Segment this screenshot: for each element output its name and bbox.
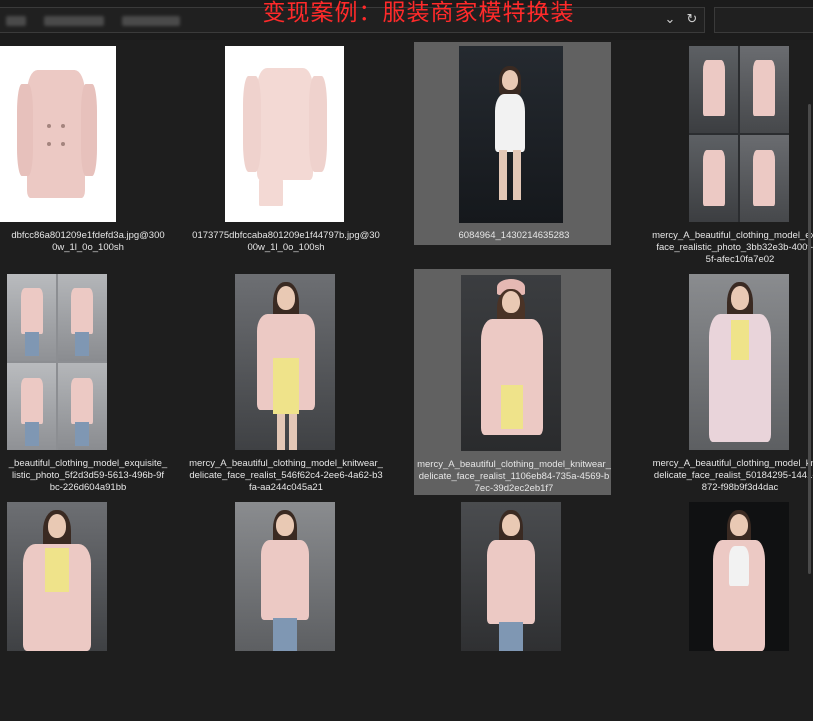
thumbnail-image [461,502,561,651]
thumbnail-image [689,274,789,450]
file-item[interactable] [414,496,614,721]
thumbnail-image [461,275,561,451]
file-item[interactable]: 6084964_1430214635283 [414,42,611,245]
file-name: mercy_A_beautiful_clothing_model_knitwea… [189,458,383,493]
file-item[interactable]: mercy_A_beautiful_clothing_model_exqui f… [640,40,813,265]
file-name: 0173775dbfccaba801209e1f44797b.jpg@30 00… [192,230,380,253]
file-item[interactable] [0,496,188,721]
explorer-toolbar: ⌄ ↻ [0,0,813,40]
thumbnail-image [459,46,563,223]
thumbnail-grid: dbfcc86a801209e1fdefd3a.jpg@300 0w_1l_0o… [0,40,813,651]
thumbnail-image [7,502,107,651]
file-item[interactable]: mercy_A_beautiful_clothing_model_knitwea… [414,269,611,495]
file-name: mercy_A_beautiful_clothing_model_exqui f… [652,230,813,265]
file-item[interactable] [186,496,386,721]
file-name: mercy_A_beautiful_clothing_model_knitwea… [417,459,611,494]
search-input[interactable] [714,7,813,33]
refresh-icon[interactable]: ↻ [681,10,703,30]
file-item[interactable] [640,496,813,721]
blurred-path-segment [122,16,180,26]
thumbnail-image [225,46,344,222]
file-name: 6084964_1430214635283 [458,230,570,241]
file-name: dbfcc86a801209e1fdefd3a.jpg@300 0w_1l_0o… [11,230,165,253]
file-item[interactable]: _beautiful_clothing_model_exquisite_ lis… [0,268,188,493]
address-dropdown-icon[interactable]: ⌄ [659,10,681,30]
file-name: mercy_A_beautiful_clothing_model_knitw d… [652,458,813,493]
thumbnail-image [235,274,335,450]
blurred-path-segment [6,16,26,26]
blurred-path-segment [44,16,104,26]
address-bar[interactable]: ⌄ ↻ [0,7,705,33]
thumbnail-image [689,46,789,222]
thumbnail-image [235,502,335,651]
thumbnail-image [7,274,107,450]
file-name: _beautiful_clothing_model_exquisite_ lis… [8,458,168,493]
file-item[interactable]: mercy_A_beautiful_clothing_model_knitwea… [186,268,386,493]
file-item[interactable]: mercy_A_beautiful_clothing_model_knitw d… [640,268,813,493]
vertical-scrollbar[interactable] [808,104,811,574]
thumbnail-image [0,46,116,222]
thumbnail-image [689,502,789,651]
file-item[interactable]: 0173775dbfccaba801209e1f44797b.jpg@30 00… [186,40,386,265]
file-item[interactable]: dbfcc86a801209e1fdefd3a.jpg@300 0w_1l_0o… [0,40,188,265]
